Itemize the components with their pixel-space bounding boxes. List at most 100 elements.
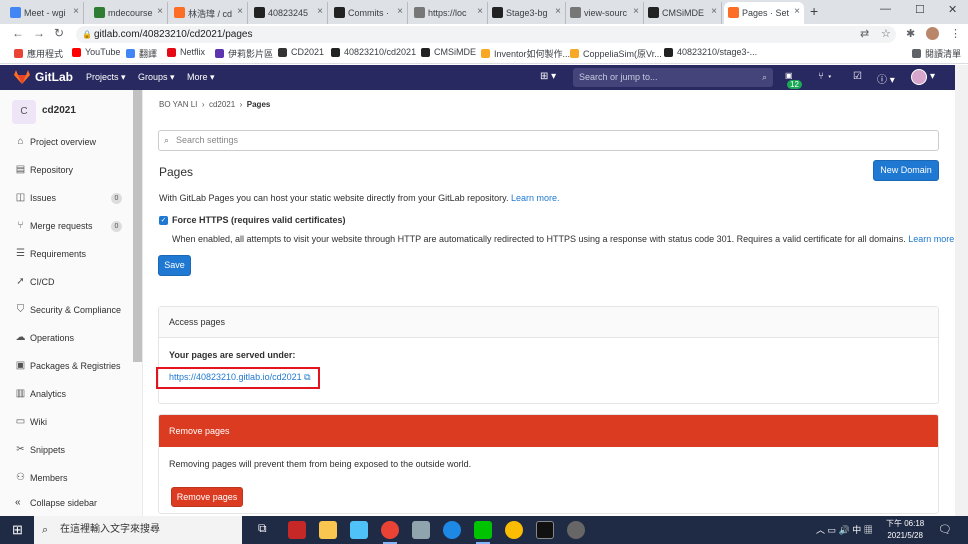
bookmark-item[interactable]: 翻譯 [126, 47, 157, 60]
gitlab-search-input[interactable]: Search or jump to... ⌕ [573, 68, 773, 87]
bookmark-item[interactable]: CD2021 [278, 47, 324, 57]
merge-requests-nav-icon[interactable]: ⑂ ▾ [818, 71, 833, 82]
bookmark-item[interactable]: 40823210/stage3-... [664, 47, 757, 57]
maximize-icon[interactable]: ☐ [915, 3, 925, 16]
sidebar-item-members[interactable]: ⚇ Members [0, 468, 132, 488]
sidebar-item-merge-requests[interactable]: ⑂ Merge requests 0 [0, 216, 132, 236]
tab-close-icon[interactable]: × [73, 6, 79, 17]
chrome-canary-icon[interactable] [505, 521, 523, 539]
tab-close-icon[interactable]: × [555, 6, 561, 17]
issues-nav-icon[interactable]: ☑ [853, 71, 862, 82]
settings-search-input[interactable]: ⌕ Search settings [158, 130, 939, 151]
bookmark-item[interactable]: 應用程式 [14, 47, 63, 60]
browser-tab[interactable]: Stage3-bg × [488, 2, 566, 24]
sidebar-item-packages-registries[interactable]: ▣ Packages & Registries [0, 356, 132, 376]
sidebar-item-wiki[interactable]: ▭ Wiki [0, 412, 132, 432]
chrome-icon[interactable] [381, 521, 399, 544]
new-plus-icon[interactable]: ⊞ ▾ [540, 71, 556, 82]
todo-icon[interactable]: ▣12 [785, 71, 807, 89]
chevron-down-icon[interactable]: ▾ [930, 71, 935, 82]
profile-avatar[interactable] [926, 27, 939, 40]
close-window-icon[interactable]: ✕ [948, 3, 957, 16]
new-tab-button[interactable]: + [810, 3, 818, 19]
bookmark-item[interactable]: 伊莉影片區 [215, 47, 273, 60]
sidebar-item-security-compliance[interactable]: ⛉ Security & Compliance [0, 300, 132, 320]
notepad-icon[interactable] [350, 521, 368, 539]
game-app-icon[interactable] [288, 521, 306, 539]
bookmark-item[interactable]: CoppeliaSim(原Vr... [570, 47, 662, 60]
tab-close-icon[interactable]: × [237, 6, 243, 17]
bookmark-item[interactable]: 40823210/cd2021 [331, 47, 416, 57]
system-tray[interactable]: ︿ ▭ 🔊 中 ▦ [816, 523, 873, 536]
task-view-icon[interactable]: ⧉ [258, 521, 276, 539]
tab-close-icon[interactable]: × [794, 6, 800, 17]
new-domain-button[interactable]: New Domain [873, 160, 939, 181]
sidebar-scrollbar[interactable] [133, 90, 142, 362]
terminal-icon[interactable] [536, 521, 554, 539]
browser-tab[interactable]: https://loc × [410, 2, 488, 24]
taskbar-search-input[interactable]: ⌕ 在這裡輸入文字來搜尋 [34, 516, 242, 544]
sidebar-item-operations[interactable]: ☁ Operations [0, 328, 132, 348]
sidebar-item-ci-cd[interactable]: ➚ CI/CD [0, 272, 132, 292]
sidebar-item-analytics[interactable]: ▥ Analytics [0, 384, 132, 404]
sidebar-item-repository[interactable]: ▤ Repository [0, 160, 132, 180]
project-avatar[interactable]: C [12, 100, 36, 124]
browser-tab[interactable]: Meet - wgi × [6, 2, 84, 24]
project-name[interactable]: cd2021 [42, 105, 76, 116]
save-button[interactable]: Save [158, 255, 191, 276]
collapse-sidebar-button[interactable]: « Collapse sidebar [0, 493, 133, 513]
projects-menu[interactable]: Projects ▾ [86, 72, 126, 83]
browser-tab[interactable]: 林浩瑋 / cd × [170, 2, 248, 24]
sidebar-item-requirements[interactable]: ☰ Requirements [0, 244, 132, 264]
tab-close-icon[interactable]: × [477, 6, 483, 17]
browser-tab[interactable]: Commits · × [330, 2, 408, 24]
tab-close-icon[interactable]: × [157, 6, 163, 17]
force-https-label[interactable]: Force HTTPS (requires valid certificates… [172, 215, 346, 225]
url-bar[interactable]: 🔒 gitlab.com/40823210/cd2021/pages [76, 26, 896, 43]
notification-icon[interactable]: 🗨 [938, 523, 952, 536]
user-avatar[interactable] [911, 69, 927, 85]
forward-icon[interactable]: → [33, 26, 45, 40]
bookmark-item[interactable]: Inventor如何製作... [481, 47, 570, 60]
reload-icon[interactable]: ↻ [54, 26, 64, 40]
minimize-icon[interactable]: — [880, 3, 891, 15]
menu-icon[interactable]: ⋮ [950, 27, 961, 40]
page-scrollbar[interactable] [955, 65, 968, 516]
bookmark-item[interactable]: Netflix [167, 47, 205, 57]
tab-close-icon[interactable]: × [397, 6, 403, 17]
remove-pages-button[interactable]: Remove pages [171, 487, 243, 507]
gitlab-logo[interactable]: GitLab [14, 70, 73, 84]
bookmark-item[interactable]: YouTube [72, 47, 120, 57]
back-icon[interactable]: ← [12, 26, 24, 40]
reading-list[interactable]: 閱讀清單 [912, 47, 961, 60]
tab-close-icon[interactable]: × [317, 6, 323, 17]
translate-icon[interactable]: ⇄ [860, 27, 869, 40]
windows-start-icon[interactable]: ⊞ [12, 522, 23, 538]
browser-tab[interactable]: CMSiMDE × [644, 2, 722, 24]
browser-tab[interactable]: view-sourc × [566, 2, 644, 24]
app-icon[interactable] [567, 521, 585, 539]
sidebar-item-issues[interactable]: ◫ Issues 0 [0, 188, 132, 208]
tab-close-icon[interactable]: × [711, 6, 717, 17]
learn-more-link[interactable]: Learn more. [511, 193, 560, 203]
star-icon[interactable]: ☆ [881, 27, 891, 40]
browser-tab[interactable]: Pages · Set × [724, 2, 804, 24]
browser-tab[interactable]: mdecourse × [90, 2, 168, 24]
app-icon[interactable] [412, 521, 430, 539]
help-icon[interactable]: ⓘ ▾ [877, 71, 895, 86]
browser-tab[interactable]: 40823245 × [250, 2, 328, 24]
sidebar-item-project-overview[interactable]: ⌂ Project overview [0, 132, 132, 152]
line-icon[interactable] [474, 521, 492, 544]
bookmark-item[interactable]: CMSiMDE [421, 47, 476, 57]
breadcrumb-project[interactable]: cd2021 [209, 100, 235, 109]
groups-menu[interactable]: Groups ▾ [138, 72, 175, 83]
file-explorer-icon[interactable] [319, 521, 337, 539]
force-https-checkbox[interactable]: ✓ [159, 216, 168, 225]
tab-close-icon[interactable]: × [633, 6, 639, 17]
edge-icon[interactable] [443, 521, 461, 539]
system-clock[interactable]: 下午 06:18 2021/5/28 [886, 518, 924, 542]
learn-more-link[interactable]: Learn more. [908, 234, 957, 244]
breadcrumb-owner[interactable]: BO YAN LI [159, 100, 197, 109]
more-menu[interactable]: More ▾ [187, 72, 215, 83]
extensions-icon[interactable]: ✱ [906, 27, 915, 40]
